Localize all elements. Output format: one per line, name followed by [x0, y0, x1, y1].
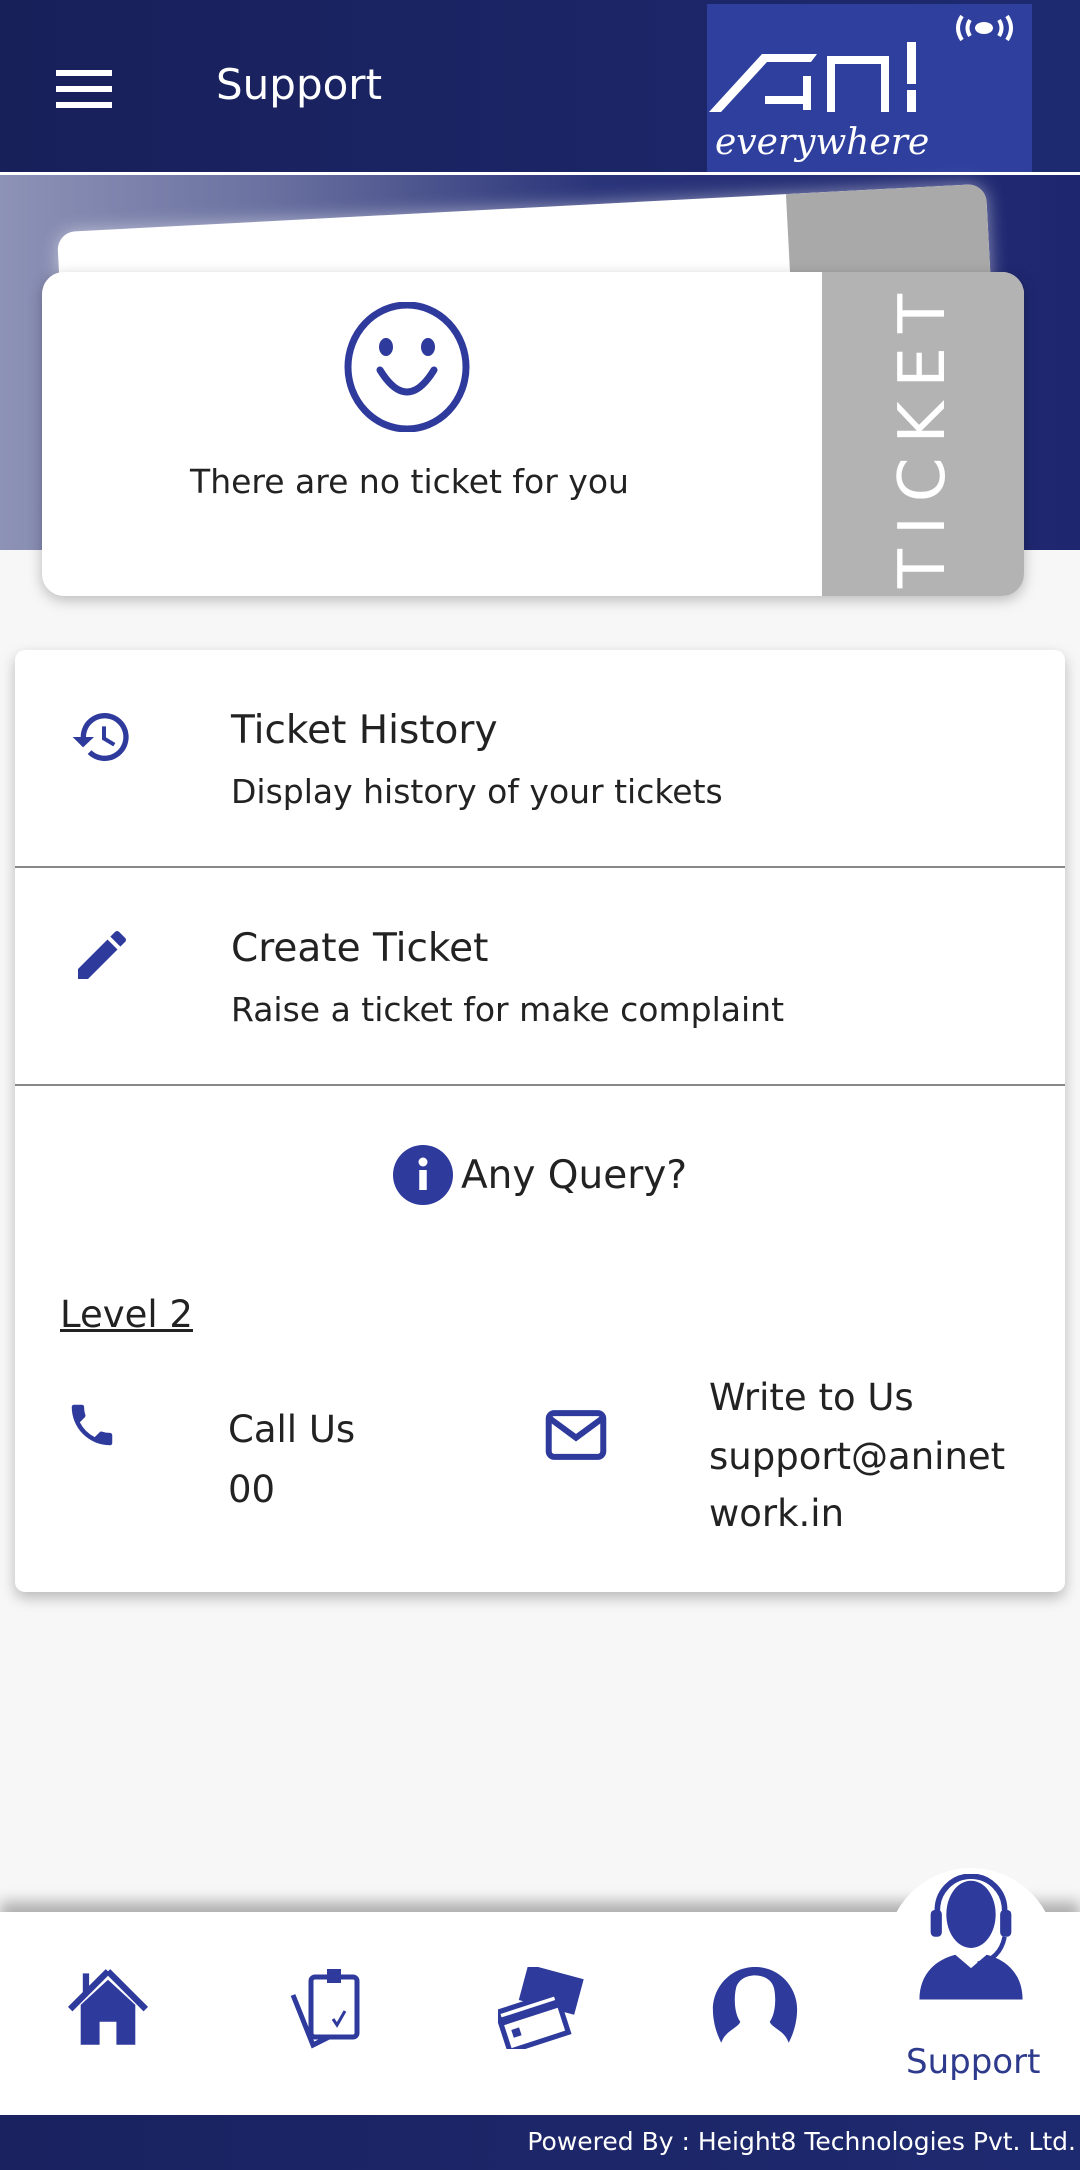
email-line-1[interactable]: support@aninet — [709, 1435, 1005, 1478]
support-icon[interactable] — [914, 1874, 1028, 2004]
ticket-history-item[interactable]: Ticket History Display history of your t… — [15, 650, 1065, 868]
item-subtitle: Raise a ticket for make complaint — [231, 990, 785, 1029]
email-line-2[interactable]: work.in — [709, 1492, 844, 1535]
empty-message: There are no ticket for you — [190, 462, 629, 501]
history-icon — [72, 713, 129, 761]
mail-icon[interactable] — [542, 1405, 610, 1465]
stub-label: TICKET — [886, 279, 960, 589]
write-label: Write to Us — [709, 1376, 914, 1419]
info-icon — [392, 1145, 453, 1205]
item-subtitle: Display history of your tickets — [231, 772, 723, 811]
profile-icon[interactable] — [712, 1967, 798, 2047]
create-ticket-item[interactable]: Create Ticket Raise a ticket for make co… — [15, 868, 1065, 1086]
query-title: Any Query? — [460, 1152, 688, 1198]
phone-icon[interactable] — [65, 1398, 119, 1452]
item-title: Ticket History — [231, 708, 498, 753]
svg-text:everywhere: everywhere — [715, 122, 929, 163]
any-query: Any Query? — [15, 1145, 1065, 1205]
plans-icon[interactable] — [285, 1967, 365, 2051]
ticket-stub: TICKET — [822, 272, 1024, 596]
home-icon[interactable] — [66, 1967, 150, 2047]
smiley-icon — [344, 302, 470, 432]
page-title: Support — [216, 60, 383, 109]
payments-icon[interactable] — [498, 1967, 584, 2049]
support-tab-bubble[interactable] — [886, 1868, 1056, 2018]
item-title: Create Ticket — [231, 926, 489, 971]
call-label: Call Us — [228, 1408, 356, 1451]
pencil-icon — [78, 930, 127, 979]
call-number[interactable]: 00 — [228, 1468, 275, 1511]
ticket-card: There are no ticket for you TICKET — [42, 272, 1024, 596]
app-header: Support everywhere — [0, 0, 1080, 172]
support-card: Ticket History Display history of your t… — [15, 650, 1065, 1592]
footer: Powered By : Height8 Technologies Pvt. L… — [0, 2115, 1080, 2170]
ani-logo: everywhere — [707, 4, 1032, 172]
powered-by-text: Powered By : Height8 Technologies Pvt. L… — [527, 2127, 1076, 2156]
level-link[interactable]: Level 2 — [60, 1293, 193, 1336]
support-tab-label[interactable]: Support — [906, 2042, 1040, 2082]
menu-icon[interactable] — [56, 70, 112, 108]
